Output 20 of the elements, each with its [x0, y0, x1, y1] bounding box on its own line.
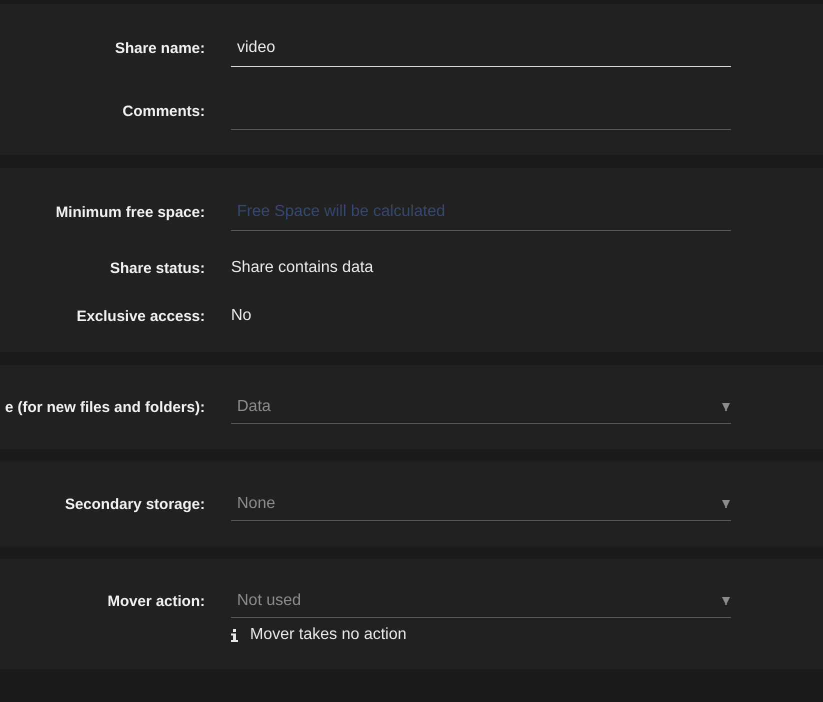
- dropdown-field[interactable]: None: [231, 487, 731, 521]
- input-field[interactable]: video: [231, 29, 731, 67]
- field-label: e (for new files and folders):: [4, 398, 205, 416]
- field-label: Exclusive access:: [76, 308, 205, 324]
- hint-text: Mover takes no action: [250, 626, 407, 644]
- field-label: Secondary storage:: [64, 496, 205, 512]
- input-field[interactable]: Free Space will be calculated: [231, 193, 731, 231]
- field-label: Minimum free space:: [56, 204, 205, 220]
- field-label: Comments:: [122, 102, 205, 120]
- caret-icon: [722, 500, 730, 508]
- caret-icon: [722, 402, 730, 410]
- caret-icon: [722, 596, 730, 604]
- field-value: No: [231, 307, 252, 325]
- dropdown-field[interactable]: Not used: [231, 584, 731, 618]
- info-icon: [231, 628, 238, 642]
- field-label: Share status:: [110, 260, 205, 276]
- dropdown-field[interactable]: Data: [231, 390, 731, 424]
- field-label: Share name:: [114, 40, 205, 56]
- field-label: Mover action:: [107, 592, 205, 610]
- field-value: Share contains data: [231, 259, 374, 277]
